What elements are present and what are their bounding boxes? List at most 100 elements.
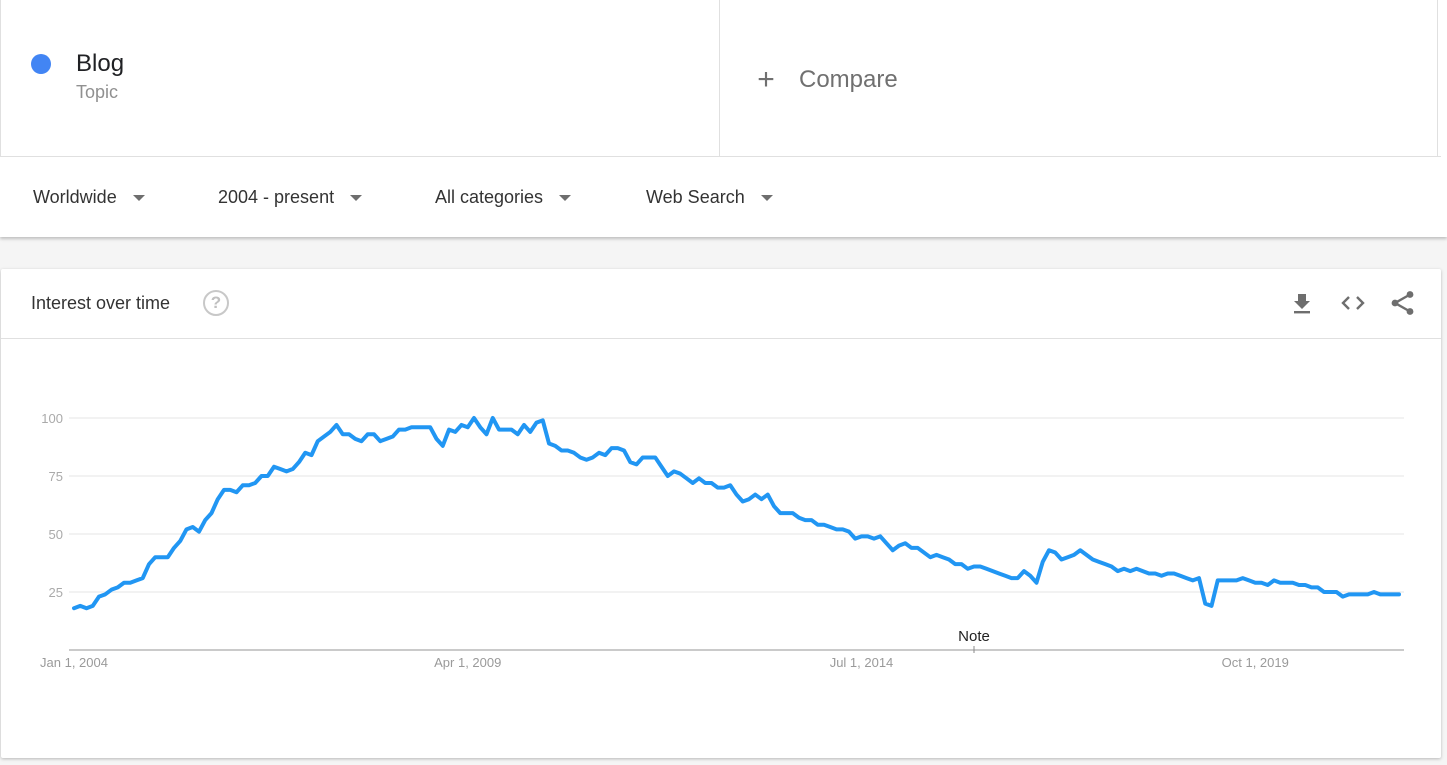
data-point[interactable] — [115, 584, 121, 590]
data-point[interactable] — [940, 554, 946, 560]
data-point[interactable] — [927, 554, 933, 560]
data-point[interactable] — [1115, 568, 1121, 574]
data-point[interactable] — [640, 454, 646, 460]
filter-search-type-dropdown[interactable]: Web Search — [646, 187, 773, 208]
compare-card[interactable]: + Compare — [719, 0, 1438, 156]
data-point[interactable] — [527, 429, 533, 435]
data-point[interactable] — [502, 427, 508, 433]
data-point[interactable] — [1171, 570, 1177, 576]
data-point[interactable] — [965, 566, 971, 572]
data-point[interactable] — [1246, 577, 1252, 583]
data-point[interactable] — [1165, 570, 1171, 576]
data-point[interactable] — [509, 427, 515, 433]
data-point[interactable] — [534, 420, 540, 426]
data-point[interactable] — [1290, 580, 1296, 586]
data-point[interactable] — [621, 447, 627, 453]
data-point[interactable] — [1271, 577, 1277, 583]
data-point[interactable] — [227, 487, 233, 493]
data-point[interactable] — [834, 526, 840, 532]
data-point[interactable] — [1027, 573, 1033, 579]
data-point[interactable] — [1096, 559, 1102, 565]
data-point[interactable] — [384, 436, 390, 442]
data-point[interactable] — [571, 450, 577, 456]
data-point[interactable] — [459, 422, 465, 428]
filter-time-range-dropdown[interactable]: 2004 - present — [218, 187, 363, 208]
data-point[interactable] — [121, 580, 127, 586]
data-point[interactable] — [1284, 580, 1290, 586]
data-point[interactable] — [284, 468, 290, 474]
data-point[interactable] — [1034, 580, 1040, 586]
data-point[interactable] — [1334, 589, 1340, 595]
data-point[interactable] — [402, 427, 408, 433]
data-point[interactable] — [377, 438, 383, 444]
data-point[interactable] — [290, 466, 296, 472]
data-point[interactable] — [552, 443, 558, 449]
data-point[interactable] — [209, 510, 215, 516]
data-point[interactable] — [934, 552, 940, 558]
data-point[interactable] — [596, 450, 602, 456]
data-point[interactable] — [796, 515, 802, 521]
data-point[interactable] — [109, 587, 115, 593]
data-point[interactable] — [321, 434, 327, 440]
data-point[interactable] — [709, 480, 715, 486]
data-point[interactable] — [759, 496, 765, 502]
data-point[interactable] — [1265, 582, 1271, 588]
data-point[interactable] — [90, 603, 96, 609]
data-point[interactable] — [221, 487, 227, 493]
data-point[interactable] — [1296, 582, 1302, 588]
data-point[interactable] — [1090, 557, 1096, 563]
data-point[interactable] — [1109, 563, 1115, 569]
data-point[interactable] — [846, 529, 852, 535]
compare-button[interactable]: + Compare — [754, 65, 897, 95]
data-point[interactable] — [415, 424, 421, 430]
data-point[interactable] — [959, 561, 965, 567]
filter-category-dropdown[interactable]: All categories — [435, 187, 572, 208]
data-point[interactable] — [565, 447, 571, 453]
data-point[interactable] — [1177, 573, 1183, 579]
data-point[interactable] — [946, 557, 952, 563]
data-point[interactable] — [1209, 603, 1215, 609]
data-point[interactable] — [152, 554, 158, 560]
data-point[interactable] — [452, 429, 458, 435]
data-point[interactable] — [740, 499, 746, 505]
data-point[interactable] — [627, 459, 633, 465]
data-point[interactable] — [159, 554, 165, 560]
data-point[interactable] — [821, 522, 827, 528]
data-point[interactable] — [584, 457, 590, 463]
data-point[interactable] — [602, 452, 608, 458]
data-point[interactable] — [1140, 568, 1146, 574]
data-point[interactable] — [590, 454, 596, 460]
data-point[interactable] — [1277, 580, 1283, 586]
data-point[interactable] — [1190, 577, 1196, 583]
data-point[interactable] — [371, 431, 377, 437]
data-point[interactable] — [1365, 591, 1371, 597]
data-point[interactable] — [790, 510, 796, 516]
data-point[interactable] — [684, 475, 690, 481]
data-point[interactable] — [696, 475, 702, 481]
data-point[interactable] — [1371, 589, 1377, 595]
data-point[interactable] — [921, 550, 927, 556]
data-point[interactable] — [1009, 575, 1015, 581]
data-point[interactable] — [96, 594, 102, 600]
data-point[interactable] — [1146, 570, 1152, 576]
data-point[interactable] — [1352, 591, 1358, 597]
data-point[interactable] — [184, 526, 190, 532]
data-point[interactable] — [352, 436, 358, 442]
data-point[interactable] — [852, 536, 858, 542]
data-point[interactable] — [1121, 566, 1127, 572]
data-point[interactable] — [1327, 589, 1333, 595]
data-point[interactable] — [727, 482, 733, 488]
data-point[interactable] — [521, 422, 527, 428]
data-point[interactable] — [634, 461, 640, 467]
data-point[interactable] — [671, 468, 677, 474]
data-point[interactable] — [196, 529, 202, 535]
data-point[interactable] — [102, 591, 108, 597]
data-point[interactable] — [1309, 584, 1315, 590]
data-point[interactable] — [140, 575, 146, 581]
data-point[interactable] — [752, 492, 758, 498]
data-point[interactable] — [409, 424, 415, 430]
data-point[interactable] — [1221, 577, 1227, 583]
data-point[interactable] — [1202, 601, 1208, 607]
data-point[interactable] — [1215, 577, 1221, 583]
data-point[interactable] — [396, 427, 402, 433]
